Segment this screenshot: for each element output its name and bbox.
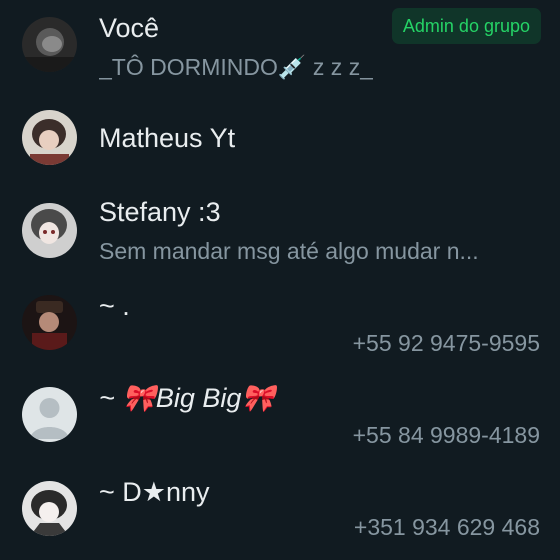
participant-status: Sem mandar msg até algo mudar n... (99, 238, 479, 264)
profile-photo-icon (22, 203, 77, 258)
profile-photo-icon (22, 295, 77, 350)
participant-name: ~ 🎀Big Big🎀 (99, 383, 276, 413)
default-person-avatar[interactable] (22, 387, 77, 442)
participant-row-you[interactable]: Você _TÔ DORMINDO💉 z z z_ Admin do grupo (0, 0, 560, 92)
participants-list: Você _TÔ DORMINDO💉 z z z_ Admin do grupo… (0, 0, 560, 560)
profile-photo-icon (22, 481, 77, 536)
dark-photo-avatar[interactable] (22, 17, 77, 72)
person-icon (22, 387, 77, 442)
participant-phone: +55 84 9989-4189 (352, 422, 540, 448)
anime-photo-avatar[interactable] (22, 203, 77, 258)
profile-photo-icon (22, 110, 77, 165)
participant-name: Você (99, 13, 160, 43)
participant-name: ~ D★nny (99, 477, 210, 507)
participant-status: _TÔ DORMINDO💉 z z z_ (99, 54, 373, 80)
profile-photo-icon (22, 17, 77, 72)
participant-row-big-big[interactable]: ~ 🎀Big Big🎀 +55 84 9989-4189 (0, 368, 560, 460)
participant-name: Matheus Yt (99, 123, 236, 153)
participant-row-matheus[interactable]: Matheus Yt (0, 92, 560, 184)
anime-photo-avatar[interactable] (22, 110, 77, 165)
anime-photo-avatar[interactable] (22, 481, 77, 536)
dark-photo-avatar[interactable] (22, 295, 77, 350)
participant-phone: +351 934 629 468 (353, 514, 540, 540)
participant-name: Stefany :3 (99, 197, 221, 227)
participant-phone: +55 92 9475-9595 (352, 330, 540, 356)
participant-row-stefany[interactable]: Stefany :3 Sem mandar msg até algo mudar… (0, 184, 560, 276)
admin-badge: Admin do grupo (391, 8, 541, 44)
participant-row-tilde-dot[interactable]: ~ . +55 92 9475-9595 (0, 276, 560, 368)
participant-name: ~ . (99, 291, 130, 321)
participant-row-danny[interactable]: ~ D★nny +351 934 629 468 (0, 460, 560, 552)
